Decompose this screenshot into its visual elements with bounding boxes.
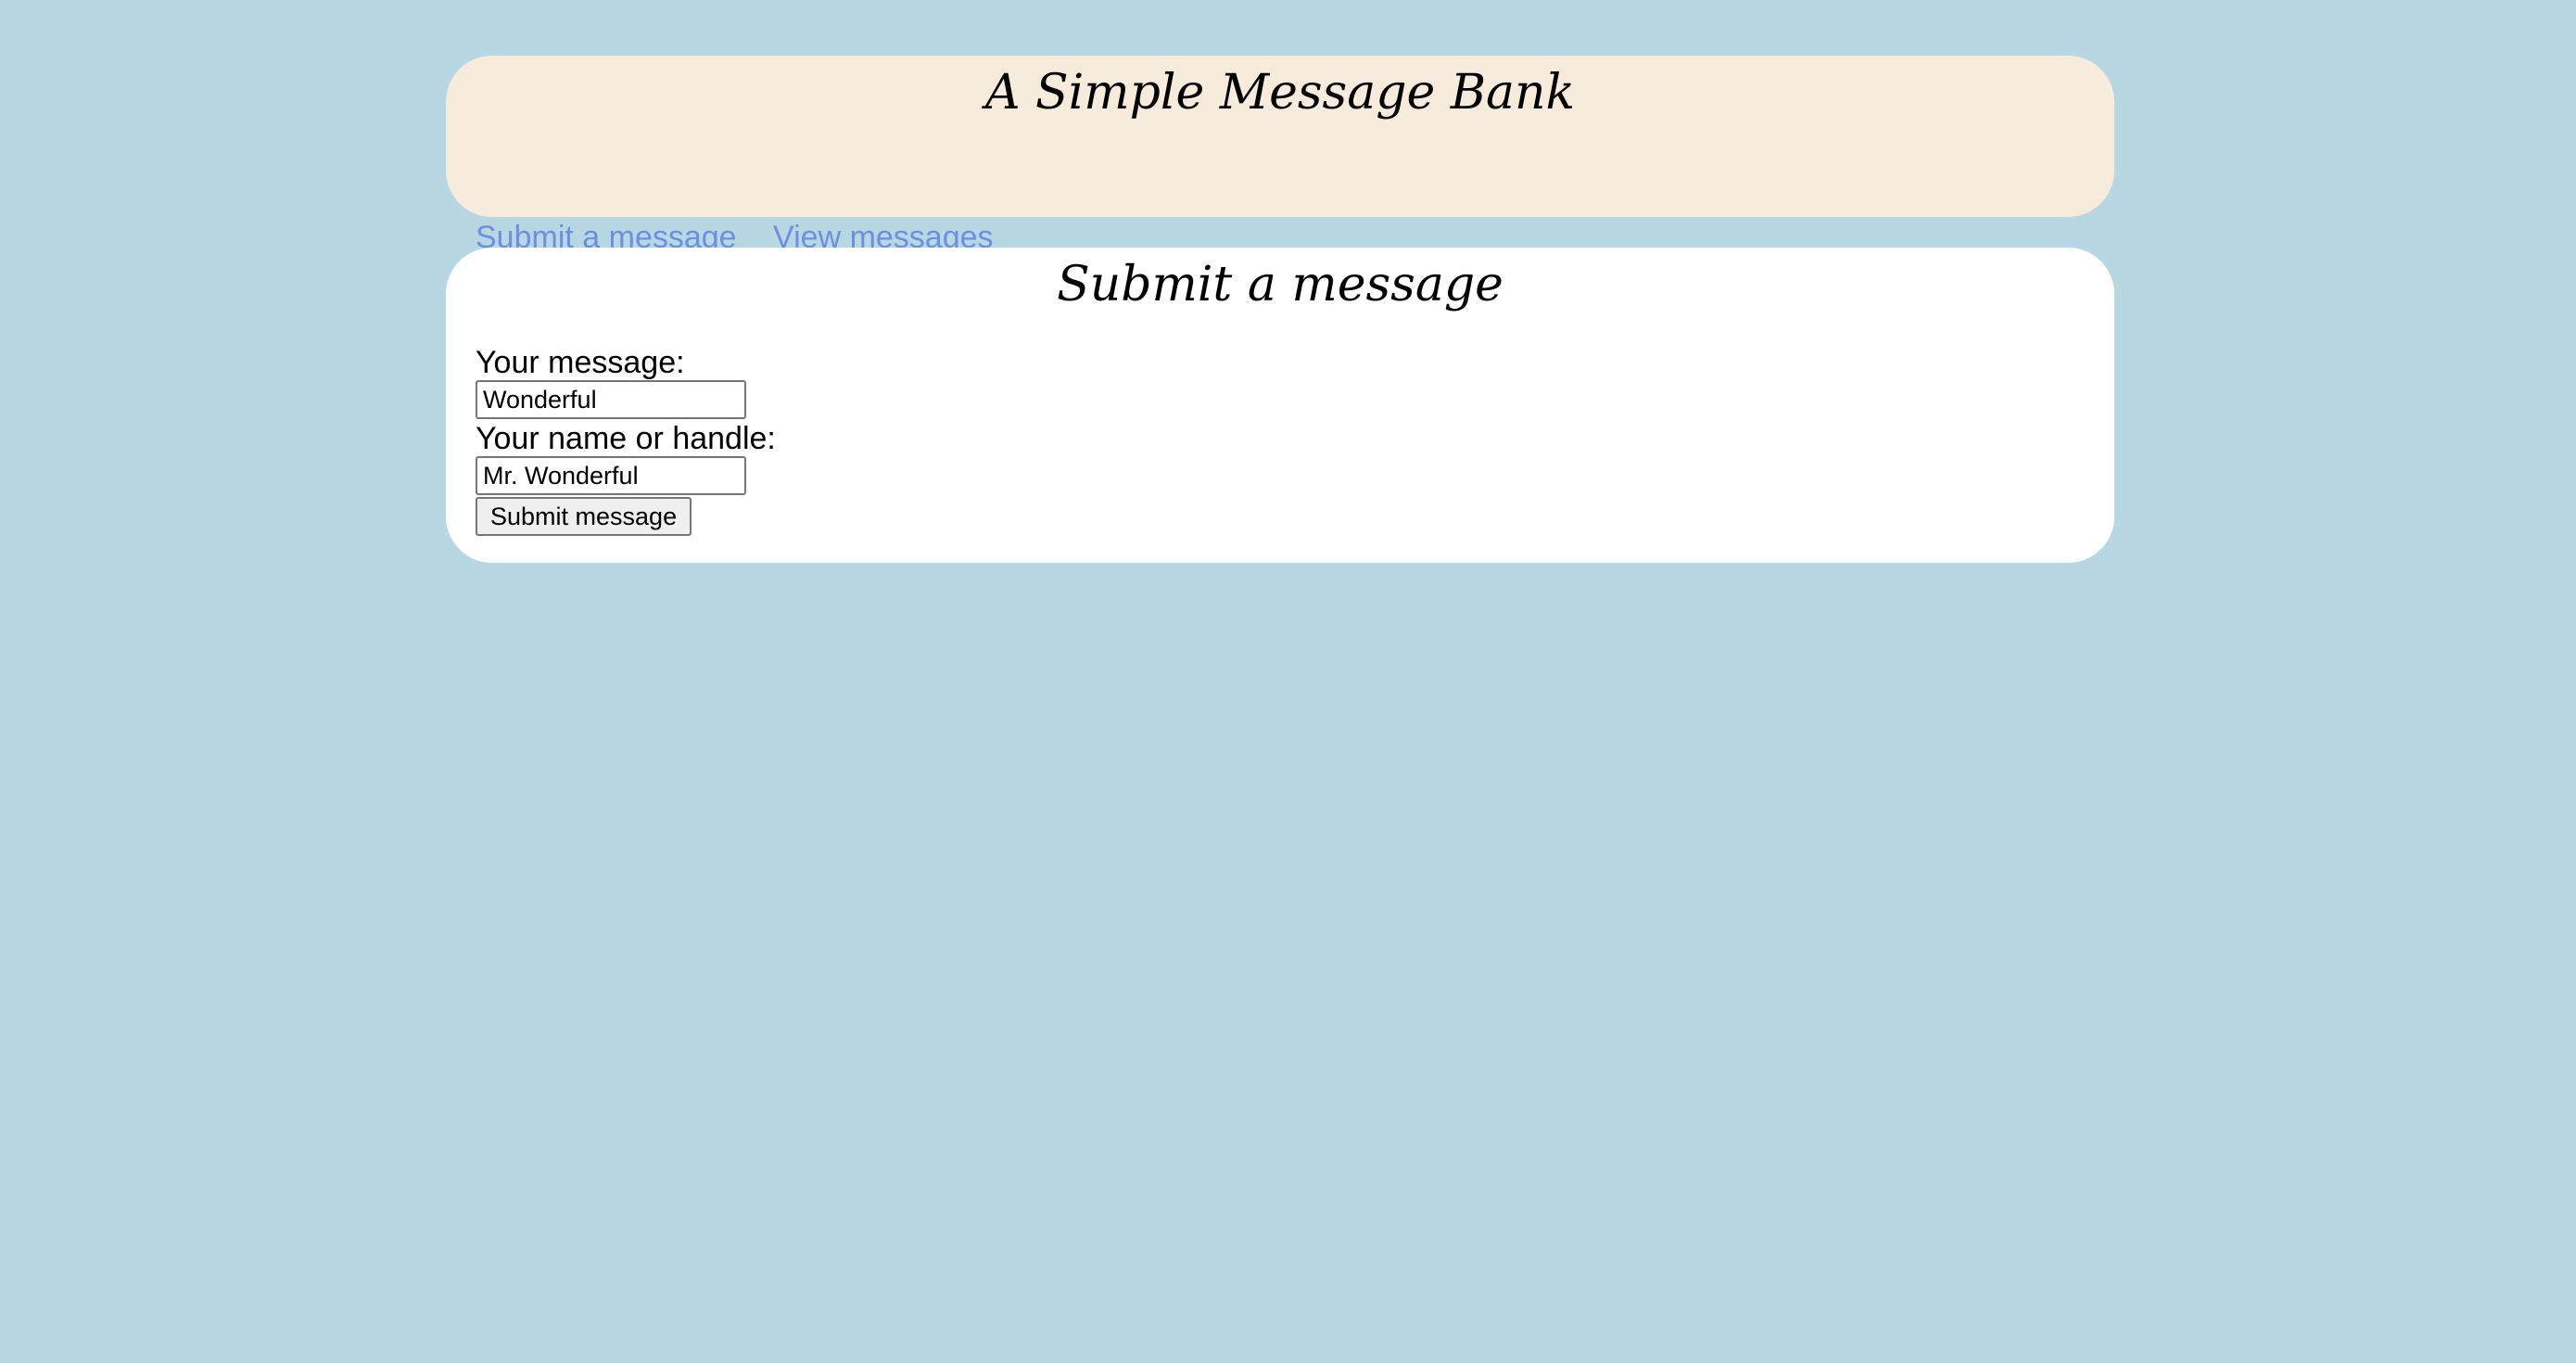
name-input[interactable] [476,456,746,495]
submit-message-button[interactable]: Submit message [476,497,692,536]
name-label: Your name or handle: [476,421,776,456]
message-form: Your message: Your name or handle: Submi… [476,345,776,536]
message-label: Your message: [476,345,685,380]
message-input[interactable] [476,380,746,419]
site-title: A Simple Message Bank [984,65,1576,121]
section-title: Submit a message [1057,257,1504,312]
site-header: A Simple Message Bank Submit a message V… [446,56,2114,255]
submit-message-card: Submit a message Your message: Your name… [446,248,2114,563]
